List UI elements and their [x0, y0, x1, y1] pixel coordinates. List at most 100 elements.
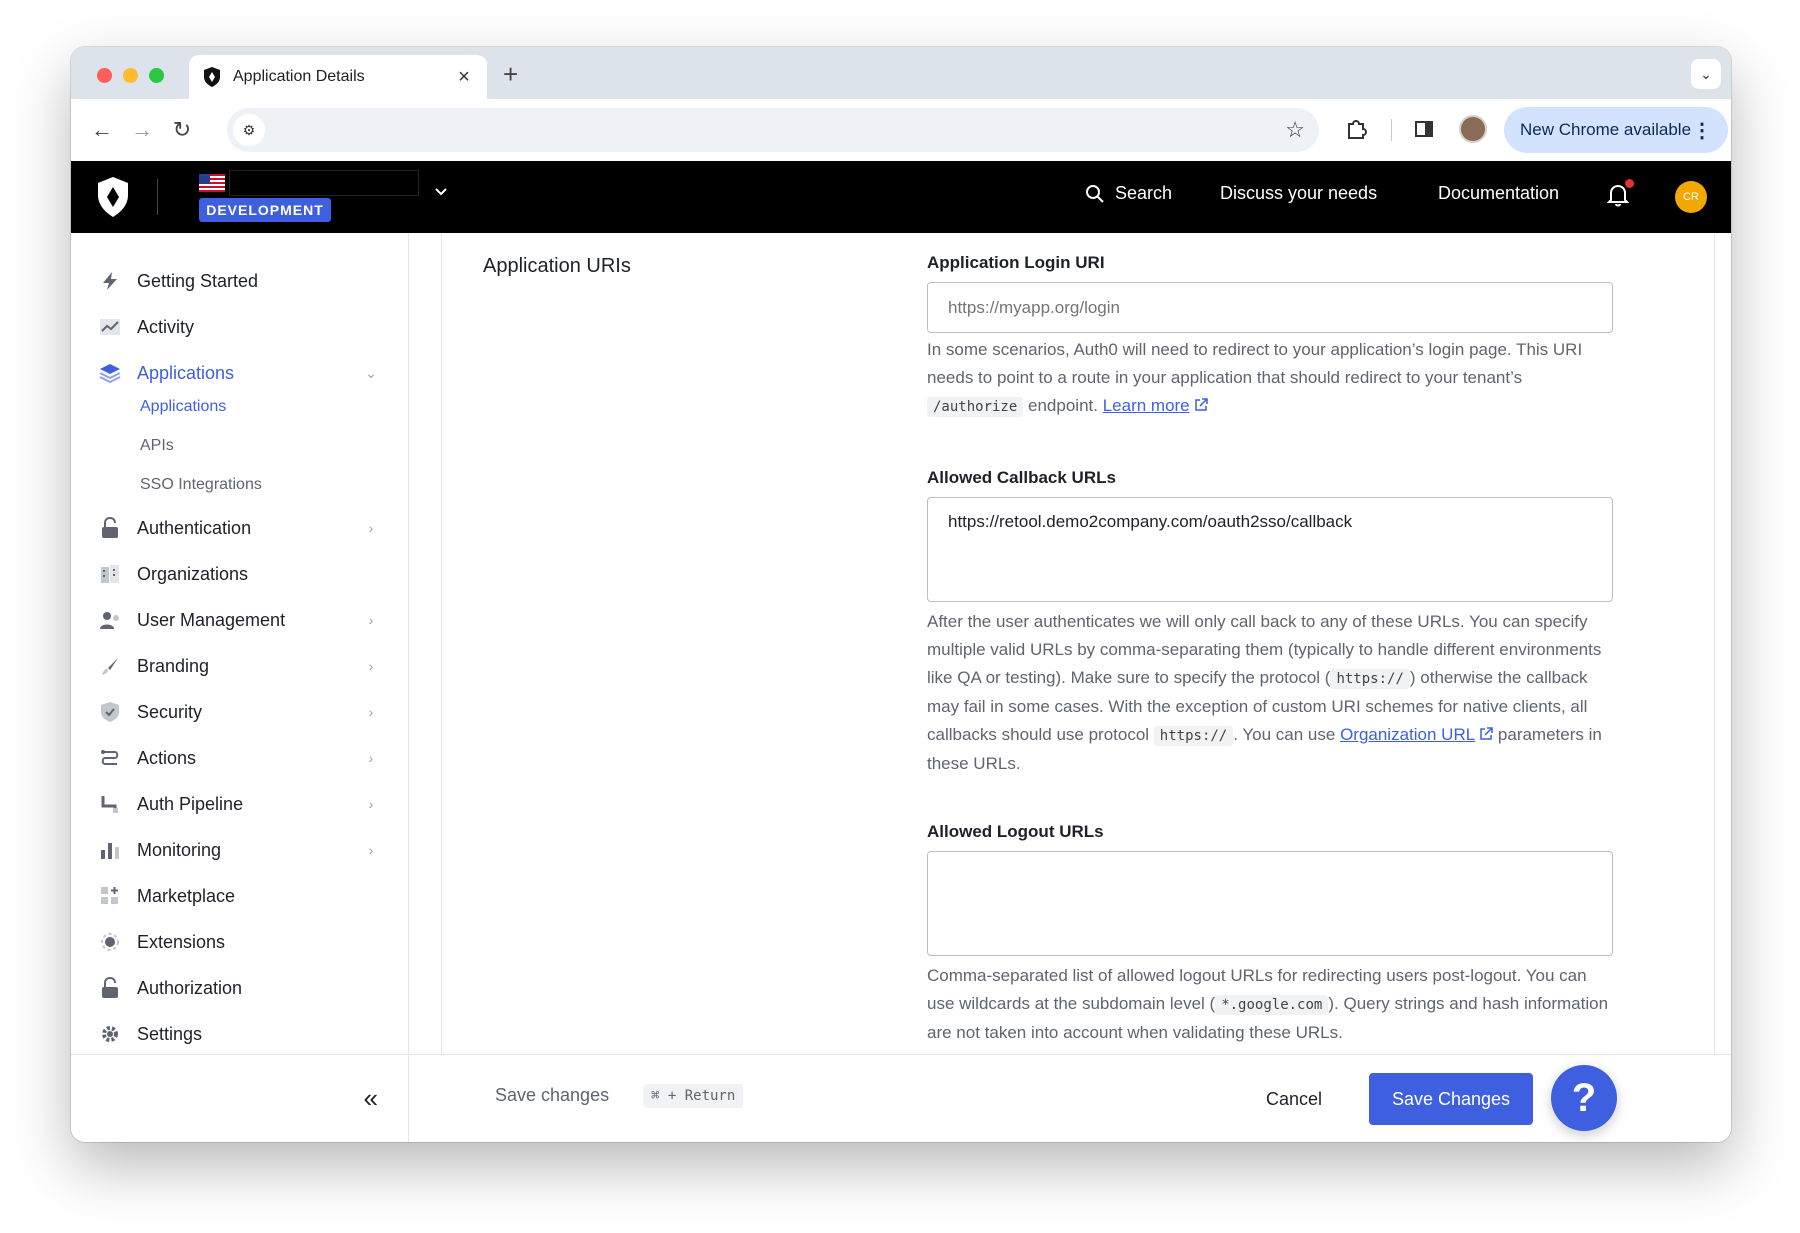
content-panel-border — [441, 233, 442, 1055]
callback-urls-label: Allowed Callback URLs — [927, 468, 1116, 487]
sidebar-item-marketplace[interactable]: Marketplace — [99, 878, 379, 914]
section-title: Application URIs — [483, 255, 631, 277]
sidebar-item-getting-started[interactable]: Getting Started — [99, 263, 379, 299]
chevron-right-icon: › — [368, 704, 374, 720]
reload-icon[interactable]: ↻ — [167, 115, 197, 145]
chevron-right-icon: › — [368, 520, 374, 536]
sidebar-item-applications[interactable]: Applications ⌄ — [99, 355, 379, 391]
sidebar-item-auth-pipeline[interactable]: Auth Pipeline › — [99, 786, 379, 822]
sidebar-item-label: User Management — [137, 609, 286, 630]
us-flag-icon — [199, 174, 225, 192]
chevron-right-icon: › — [368, 842, 374, 858]
environment-badge: DEVELOPMENT — [199, 198, 331, 222]
sidebar-item-activity[interactable]: Activity — [99, 309, 379, 345]
pipeline-icon — [99, 793, 121, 815]
tenant-chevron-down-icon[interactable] — [431, 181, 451, 201]
browser-tab[interactable]: Application Details × — [189, 55, 487, 99]
login-uri-help: In some scenarios, Auth0 will need to re… — [927, 336, 1617, 421]
save-changes-hint: Save changes — [495, 1085, 610, 1105]
help-text: endpoint. — [1023, 396, 1103, 415]
header-search-button[interactable]: Search — [1085, 183, 1172, 204]
tab-search-chevron-icon[interactable]: ⌄ — [1691, 59, 1721, 89]
activity-chart-icon — [99, 316, 121, 338]
side-panel-icon[interactable] — [1411, 116, 1437, 142]
logout-urls-help: Comma-separated list of allowed logout U… — [927, 962, 1617, 1047]
sidebar-item-authorization[interactable]: Authorization — [99, 970, 379, 1006]
save-bar: Save changes ⌘ + Return Cancel Save Chan… — [409, 1054, 1731, 1142]
sidebar-item-extensions[interactable]: Extensions — [99, 924, 379, 960]
user-avatar[interactable]: CR — [1675, 181, 1707, 213]
extensions-icon — [99, 931, 121, 953]
learn-more-link[interactable]: Learn more — [1103, 396, 1190, 415]
documentation-link[interactable]: Documentation — [1438, 183, 1559, 204]
callback-urls-textarea[interactable]: https://retool.demo2company.com/oauth2ss… — [927, 497, 1613, 602]
toolbar-separator — [1391, 119, 1392, 141]
marketplace-icon — [99, 885, 121, 907]
site-info-icon[interactable]: ⚙ — [233, 114, 265, 146]
login-uri-input[interactable] — [927, 282, 1613, 333]
help-text: . You can use — [1233, 725, 1341, 744]
sidebar-item-label: Actions — [137, 747, 197, 768]
logout-urls-label: Allowed Logout URLs — [927, 822, 1104, 841]
sidebar-item-label: Security — [137, 701, 203, 722]
bolt-icon — [99, 270, 121, 292]
sidebar: Getting Started Activity Applications ⌄ … — [71, 233, 409, 1142]
shield-icon — [99, 701, 121, 723]
more-vertical-icon[interactable]: ⋮ — [1692, 118, 1712, 143]
sidebar-item-monitoring[interactable]: Monitoring › — [99, 832, 379, 868]
organization-url-link[interactable]: Organization URL — [1340, 725, 1475, 744]
external-link-icon — [1480, 727, 1493, 740]
sidebar-item-label: Authorization — [137, 977, 243, 998]
bar-chart-icon — [99, 839, 121, 861]
sidebar-item-actions[interactable]: Actions › — [99, 740, 379, 776]
tab-strip: Application Details × + ⌄ — [71, 47, 1731, 99]
discuss-needs-link[interactable]: Discuss your needs — [1220, 183, 1377, 204]
sidebar-item-label: Getting Started — [137, 270, 259, 291]
sidebar-item-branding[interactable]: Branding › — [99, 648, 379, 684]
logout-urls-textarea[interactable] — [927, 851, 1613, 956]
cancel-button[interactable]: Cancel — [1239, 1073, 1349, 1125]
back-arrow-icon[interactable]: ← — [87, 115, 117, 145]
address-bar[interactable]: ⚙ ☆ — [227, 108, 1319, 152]
browser-window: Application Details × + ⌄ ← → ↻ ⚙ ☆ New … — [71, 47, 1731, 1142]
content-panel-border — [1714, 233, 1715, 1055]
close-window-button[interactable] — [97, 68, 112, 83]
extensions-puzzle-icon[interactable] — [1343, 116, 1369, 142]
sidebar-item-label: Branding — [137, 655, 210, 676]
forward-arrow-icon[interactable]: → — [127, 115, 157, 145]
sidebar-subitem-applications[interactable]: Applications — [140, 398, 226, 416]
tab-title: Application Details — [233, 68, 365, 85]
brush-icon — [99, 655, 121, 677]
notification-dot — [1625, 179, 1634, 188]
sidebar-item-settings[interactable]: Settings — [99, 1016, 379, 1052]
code-snippet: https:// — [1153, 726, 1234, 746]
header-search-label: Search — [1115, 183, 1173, 203]
new-tab-button[interactable]: + — [503, 59, 518, 90]
help-question-icon[interactable]: ? — [1551, 1065, 1617, 1131]
chevron-right-icon: › — [368, 658, 374, 674]
sidebar-item-authentication[interactable]: Authentication › — [99, 510, 379, 546]
auth0-logo-icon[interactable] — [97, 177, 129, 217]
new-chrome-available-button[interactable]: New Chrome available ⋮ — [1504, 107, 1728, 153]
sidebar-item-label: Organizations — [137, 563, 249, 584]
sidebar-item-user-management[interactable]: User Management › — [99, 602, 379, 638]
bookmark-star-icon[interactable]: ☆ — [1285, 117, 1305, 143]
sidebar-item-security[interactable]: Security › — [99, 694, 379, 730]
sidebar-item-label: Marketplace — [137, 885, 236, 906]
sidebar-item-organizations[interactable]: Organizations — [99, 556, 379, 592]
collapse-sidebar-icon[interactable]: « — [364, 1083, 378, 1114]
save-changes-button[interactable]: Save Changes — [1369, 1073, 1533, 1125]
profile-avatar[interactable] — [1459, 115, 1487, 143]
users-icon — [99, 609, 121, 631]
sidebar-item-label: Settings — [137, 1023, 203, 1044]
sidebar-subitem-sso-integrations[interactable]: SSO Integrations — [140, 476, 262, 494]
maximize-window-button[interactable] — [149, 68, 164, 83]
tab-close-icon[interactable]: × — [455, 66, 473, 89]
keyboard-shortcut: ⌘ + Return — [643, 1084, 744, 1108]
sidebar-subitem-apis[interactable]: APIs — [140, 437, 174, 455]
code-snippet: *.google.com — [1215, 995, 1329, 1015]
main-content: Application URIs Application Login URI I… — [409, 233, 1731, 1142]
header-divider — [157, 179, 158, 215]
actions-icon — [99, 747, 121, 769]
minimize-window-button[interactable] — [123, 68, 138, 83]
